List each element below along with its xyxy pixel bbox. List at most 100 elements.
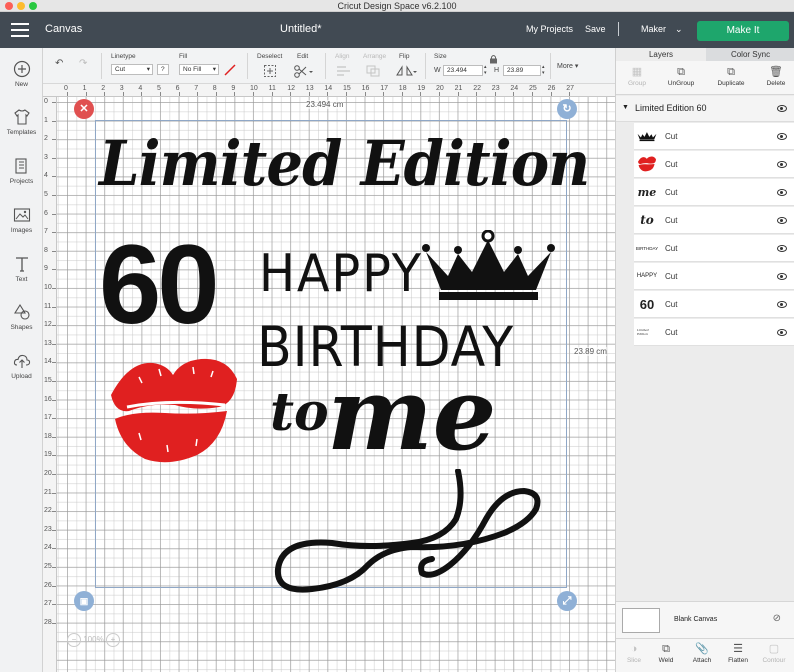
lips-graphic[interactable]: [109, 355, 239, 467]
me-thumbnail-icon: me: [637, 185, 657, 199]
visibility-eye-icon[interactable]: [777, 301, 787, 308]
ruler-tick-label: 21: [44, 488, 52, 496]
swirl-flourish-graphic[interactable]: [272, 469, 562, 599]
limited-edition-text[interactable]: Limited Edition: [99, 127, 590, 200]
delete-button[interactable]: 🗑 Delete: [756, 65, 794, 87]
to-text[interactable]: to: [270, 382, 329, 443]
width-input[interactable]: 23.494: [443, 65, 483, 76]
sidebar-item-projects[interactable]: Projects: [0, 157, 43, 185]
layer-row[interactable]: Limited Edition Cut: [634, 319, 794, 346]
deselect-icon[interactable]: [263, 64, 277, 78]
rotate-handle-icon[interactable]: ↻: [557, 99, 577, 119]
visibility-eye-icon[interactable]: [777, 161, 787, 168]
delete-handle-icon[interactable]: ✕: [74, 99, 94, 119]
edit-scissors-icon[interactable]: [293, 64, 313, 78]
layer-name: Cut: [665, 328, 678, 337]
height-input[interactable]: 23.89: [503, 65, 541, 76]
layer-row[interactable]: HAPPY Cut: [634, 263, 794, 290]
sidebar-item-new[interactable]: New: [0, 60, 43, 88]
zoom-level: 100%: [83, 635, 104, 644]
ruler-tick: [457, 92, 459, 96]
hidden-eye-icon[interactable]: ⊘: [773, 613, 781, 624]
ruler-tick-label: 0: [64, 85, 68, 92]
sidebar-item-templates[interactable]: Templates: [0, 108, 43, 136]
ruler-tick: [52, 195, 56, 196]
sixty-text[interactable]: 60: [99, 229, 220, 341]
slice-icon: ◑: [630, 643, 638, 655]
group-button[interactable]: ▦ Group: [617, 65, 657, 87]
layer-row[interactable]: Cut: [634, 151, 794, 178]
menu-icon[interactable]: [11, 23, 29, 37]
layer-row[interactable]: me Cut: [634, 179, 794, 206]
layer-row[interactable]: 60 Cut: [634, 291, 794, 318]
layer-name: Cut: [665, 216, 678, 225]
sidebar-item-text[interactable]: Text: [0, 255, 43, 283]
happy-text[interactable]: HAPPY: [259, 248, 423, 300]
zoom-control[interactable]: − 100% +: [67, 633, 120, 649]
linetype-select[interactable]: Cut ▾: [111, 64, 153, 75]
duplicate-button[interactable]: ⧉ Duplicate: [711, 65, 751, 87]
sidebar-item-upload[interactable]: Upload: [0, 352, 43, 380]
width-stepper[interactable]: ▴ ▾: [484, 64, 487, 76]
undo-icon[interactable]: ↶: [55, 58, 63, 70]
redo-icon[interactable]: ↷: [79, 58, 87, 70]
attach-button[interactable]: 📎 Attach: [684, 642, 720, 664]
flip-icon[interactable]: [395, 64, 417, 78]
lock-handle-icon[interactable]: ▣: [74, 591, 94, 611]
align-icon[interactable]: [335, 64, 355, 78]
birthday-thumbnail-icon: BIRTHDAY: [635, 245, 659, 251]
chevron-down-icon[interactable]: ⌄: [675, 24, 683, 35]
layer-row[interactable]: BIRTHDAY Cut: [634, 235, 794, 262]
ruler-tick-label: 13: [305, 85, 314, 92]
ruler-tick: [569, 92, 571, 96]
ruler-tick-label: 18: [44, 432, 52, 440]
visibility-eye-icon[interactable]: [777, 189, 787, 196]
height-stepper[interactable]: ▴ ▾: [542, 64, 545, 76]
ruler-tick: [52, 250, 56, 252]
layer-row[interactable]: to Cut: [634, 207, 794, 234]
visibility-eye-icon[interactable]: [777, 105, 787, 112]
sidebar-item-shapes[interactable]: Shapes: [0, 303, 43, 331]
ruler-tick: [308, 92, 310, 96]
ruler-tick-label: 11: [44, 302, 52, 310]
visibility-eye-icon[interactable]: [777, 217, 787, 224]
ruler-tick: [52, 548, 56, 550]
arrange-icon[interactable]: [365, 64, 385, 78]
sidebar-item-images[interactable]: Images: [0, 206, 43, 234]
lock-icon[interactable]: [489, 54, 498, 64]
ungroup-button[interactable]: ⧉ UnGroup: [661, 65, 701, 87]
no-fill-swatch-icon[interactable]: [223, 63, 237, 77]
contour-button[interactable]: ▢ Contour: [756, 642, 792, 664]
attach-icon: 📎: [695, 643, 709, 655]
visibility-eye-icon[interactable]: [777, 133, 787, 140]
visibility-eye-icon[interactable]: [777, 273, 787, 280]
layer-row[interactable]: Cut: [634, 123, 794, 150]
my-projects-link[interactable]: My Projects: [526, 24, 573, 34]
ruler-tick-label: 18: [398, 85, 407, 92]
make-it-button[interactable]: Make It: [697, 21, 789, 41]
blank-canvas-swatch[interactable]: [622, 608, 660, 633]
more-menu[interactable]: More ▾: [557, 62, 578, 70]
slice-button[interactable]: ◑ Slice: [616, 642, 652, 664]
design-canvas[interactable]: 23.494 cm 23.89 cm ✕ ↻ ▣ ⤢ Limited Editi…: [57, 97, 615, 672]
layer-group-row[interactable]: ▼ Limited Edition 60: [616, 96, 794, 122]
ruler-tick-label: 3: [44, 153, 48, 161]
layer-name: Cut: [665, 244, 678, 253]
visibility-eye-icon[interactable]: [777, 245, 787, 252]
save-link[interactable]: Save: [585, 24, 606, 34]
caret-down-icon[interactable]: ▼: [622, 104, 629, 111]
machine-selector[interactable]: Maker: [641, 24, 666, 34]
crown-graphic[interactable]: [422, 230, 555, 302]
blank-canvas-row[interactable]: Blank Canvas ⊘: [616, 601, 794, 638]
me-text[interactable]: me: [327, 355, 496, 473]
tab-layers[interactable]: Layers: [616, 48, 706, 61]
linetype-help-button[interactable]: ?: [157, 64, 169, 75]
weld-button[interactable]: ⧉ Weld: [648, 642, 684, 664]
fill-select[interactable]: No Fill ▾: [179, 64, 219, 75]
flatten-button[interactable]: ☰ Flatten: [720, 642, 756, 664]
zoom-out-icon[interactable]: −: [67, 633, 81, 647]
tab-color-sync[interactable]: Color Sync: [706, 48, 794, 61]
ruler-tick: [67, 92, 68, 96]
visibility-eye-icon[interactable]: [777, 329, 787, 336]
zoom-in-icon[interactable]: +: [105, 633, 120, 647]
